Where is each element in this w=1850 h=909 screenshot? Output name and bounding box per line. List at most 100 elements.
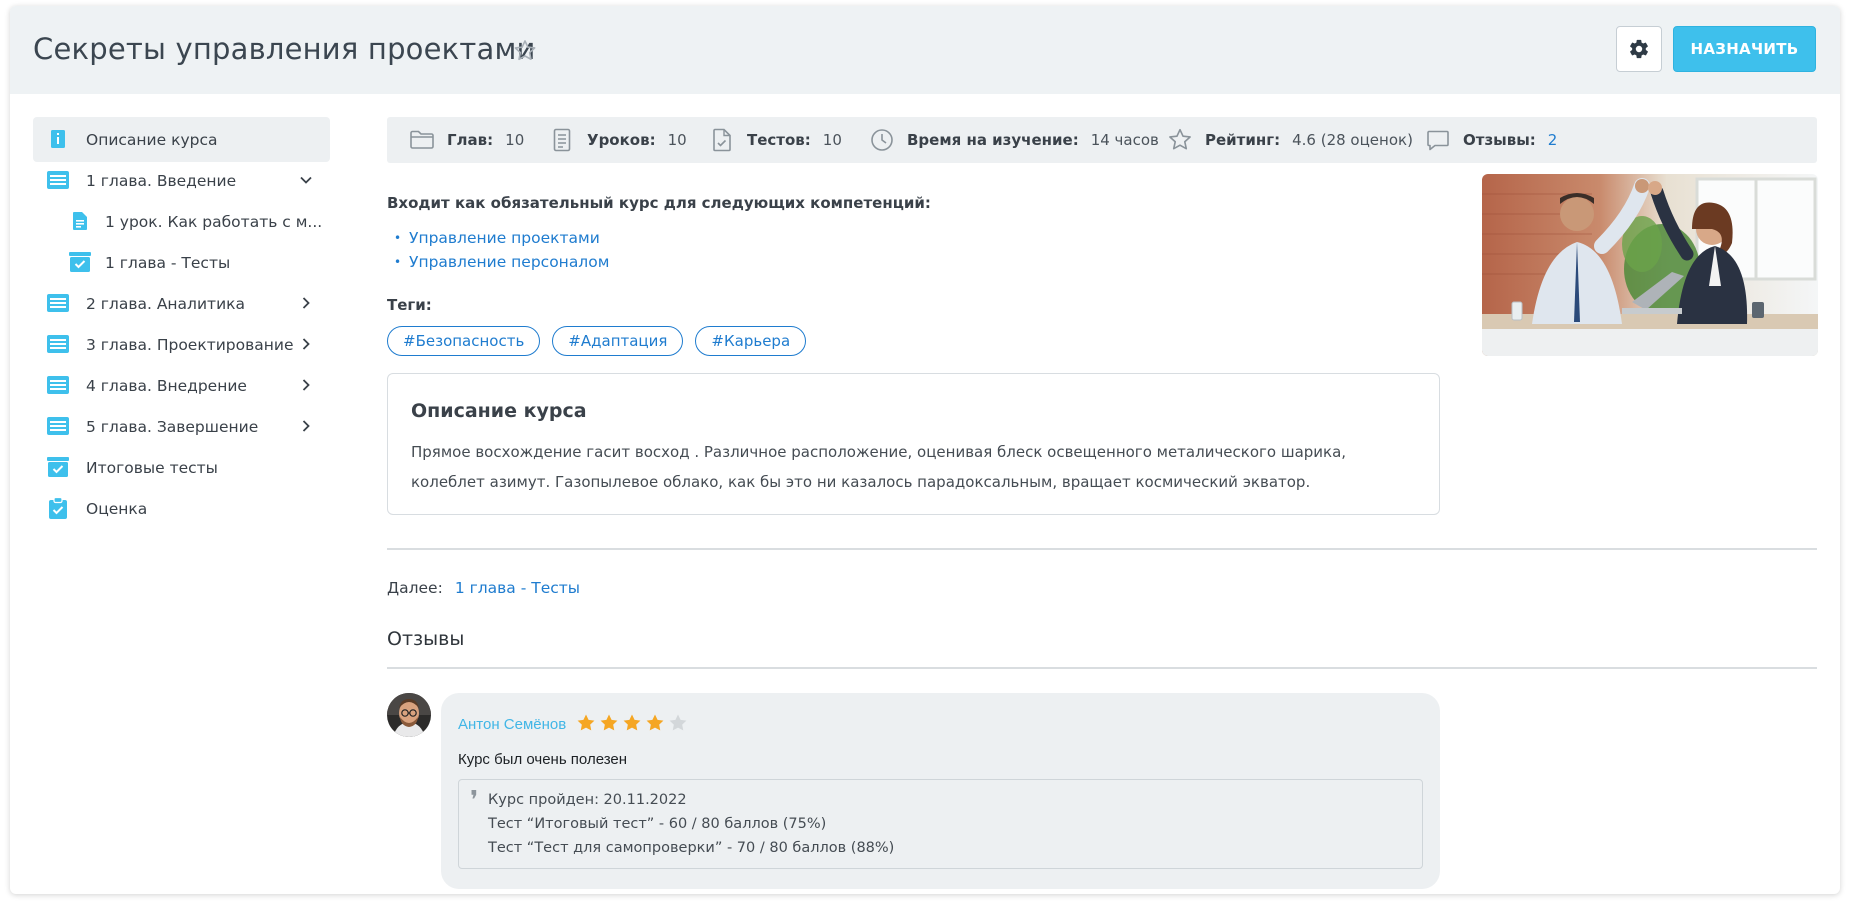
- tags-list: #Безопасность #Адаптация #Карьера: [387, 326, 807, 356]
- chapter-icon: [47, 169, 69, 191]
- bullet-icon: •: [394, 231, 402, 245]
- sidebar-item-label: 2 глава. Аналитика: [86, 294, 246, 313]
- tag-chip[interactable]: #Безопасность: [387, 326, 541, 356]
- stat-reviews-label: Отзывы:: [1463, 131, 1536, 149]
- review-author[interactable]: Антон Семёнов: [458, 716, 566, 733]
- review-text: Курс был очень полезен: [458, 751, 628, 768]
- tag-chip[interactable]: #Адаптация: [552, 326, 684, 356]
- review-detail-line: Тест “Тест для самопроверки” - 70 / 80 б…: [488, 840, 895, 856]
- info-book-icon: [47, 128, 69, 150]
- review-detail-line: Тест “Итоговый тест” - 60 / 80 баллов (7…: [488, 816, 827, 832]
- competency-link[interactable]: Управление персоналом: [409, 253, 609, 271]
- stat-chapters-value: 10: [505, 131, 525, 149]
- review-detail-line: Курс пройден: 20.11.2022: [488, 792, 687, 808]
- star-empty-icon: [669, 714, 687, 731]
- document-icon: [549, 127, 575, 153]
- chevron-right-icon[interactable]: [299, 378, 313, 392]
- tags-title: Теги:: [387, 296, 432, 314]
- sidebar-item-chapter-1[interactable]: 1 глава. Введение: [33, 158, 330, 203]
- stat-tests: Тестов: 10: [709, 117, 842, 163]
- chapter-icon: [47, 415, 69, 437]
- sidebar-item-label: 1 глава - Тесты: [105, 253, 231, 272]
- sidebar-item-chapter-1-tests[interactable]: 1 глава - Тесты: [33, 240, 330, 285]
- stat-chapters: Глав: 10: [409, 117, 524, 163]
- competency-link[interactable]: Управление проектами: [409, 229, 600, 247]
- folder-icon: [409, 127, 435, 153]
- sidebar-item-label: Итоговые тесты: [86, 458, 218, 477]
- competency-item[interactable]: • Управление персоналом: [387, 250, 609, 274]
- review-card: Антон Семёнов Курс был очень полезен ❜ К…: [441, 693, 1440, 889]
- assign-button[interactable]: НАЗНАЧИТЬ: [1673, 26, 1816, 72]
- competency-item[interactable]: • Управление проектами: [387, 226, 609, 250]
- next-label: Далее:: [387, 579, 443, 597]
- next-link[interactable]: 1 глава - Тесты: [455, 579, 580, 597]
- stat-study-time-value: 14 часов: [1090, 131, 1159, 149]
- course-cover-image: [1482, 174, 1818, 356]
- reviews-title: Отзывы: [387, 628, 465, 650]
- divider: [387, 548, 1817, 550]
- sidebar-item-chapter-5[interactable]: 5 глава. Завершение: [33, 404, 330, 449]
- course-stats-bar: Глав: 10 Уроков: 10 Тестов: 10 Время на …: [387, 117, 1817, 163]
- sidebar-item-lesson-1[interactable]: 1 урок. Как работать с м...: [33, 199, 330, 244]
- chapter-icon: [47, 374, 69, 396]
- chapter-icon: [47, 292, 69, 314]
- lesson-icon: [69, 210, 91, 232]
- app-window: Секреты управления проектами НАЗНАЧИТЬ О…: [10, 6, 1840, 894]
- stat-lessons-value: 10: [667, 131, 687, 149]
- sidebar-item-final-tests[interactable]: Итоговые тесты: [33, 445, 330, 490]
- review-details: ❜ Курс пройден: 20.11.2022 Тест “Итоговы…: [458, 779, 1423, 869]
- quote-icon: ❜: [470, 786, 479, 816]
- stat-tests-label: Тестов:: [747, 131, 811, 149]
- stat-study-time-label: Время на изучение:: [907, 131, 1079, 149]
- sidebar-item-chapter-4[interactable]: 4 глава. Внедрение: [33, 363, 330, 408]
- sidebar-item-chapter-2[interactable]: 2 глава. Аналитика: [33, 281, 330, 326]
- stat-chapters-label: Глав:: [447, 131, 494, 149]
- test-file-icon: [709, 127, 735, 153]
- divider: [387, 667, 1817, 669]
- stat-tests-value: 10: [822, 131, 842, 149]
- avatar[interactable]: [387, 693, 431, 737]
- chevron-right-icon[interactable]: [299, 337, 313, 351]
- description-text: Прямое восхождение гасит восход . Различ…: [411, 443, 1347, 491]
- description-card: Описание курса Прямое восхождение гасит …: [387, 373, 1440, 515]
- stat-rating-label: Рейтинг:: [1205, 131, 1281, 149]
- stat-rating-value: 4.6 (28 оценок): [1292, 131, 1413, 149]
- review-rating: [576, 713, 688, 733]
- star-filled-icon: [646, 714, 664, 731]
- sidebar-item-label: 3 глава. Проектирование: [86, 335, 294, 354]
- gear-icon: [1630, 39, 1648, 59]
- sidebar-item-label: Описание курса: [86, 130, 218, 149]
- stat-rating: Рейтинг: 4.6 (28 оценок): [1167, 117, 1413, 163]
- sidebar-item-course-description[interactable]: Описание курса: [33, 117, 330, 162]
- clipboard-check-icon: [47, 497, 69, 519]
- sidebar-item-label: 4 глава. Внедрение: [86, 376, 247, 395]
- sidebar-item-label: 5 глава. Завершение: [86, 417, 259, 436]
- sidebar-item-chapter-3[interactable]: 3 глава. Проектирование: [33, 322, 330, 367]
- stat-study-time: Время на изучение: 14 часов: [869, 117, 1159, 163]
- sidebar-item-label: 1 глава. Введение: [86, 171, 237, 190]
- settings-button[interactable]: [1616, 26, 1662, 72]
- star-filled-icon: [600, 714, 618, 731]
- page-header: Секреты управления проектами НАЗНАЧИТЬ: [10, 6, 1840, 94]
- page-title: Секреты управления проектами: [33, 32, 536, 66]
- chapter-icon: [47, 333, 69, 355]
- competencies-list: • Управление проектами • Управление персон…: [387, 226, 609, 274]
- stat-reviews[interactable]: Отзывы: 2: [1425, 117, 1557, 163]
- bullet-icon: •: [394, 255, 402, 269]
- comment-icon: [1425, 127, 1451, 153]
- star-filled-icon: [577, 714, 595, 731]
- description-title: Описание курса: [411, 400, 587, 422]
- chevron-down-icon[interactable]: [299, 173, 313, 187]
- chevron-right-icon[interactable]: [299, 296, 313, 310]
- test-box-icon: [69, 251, 91, 273]
- stat-lessons-label: Уроков:: [587, 131, 656, 149]
- tag-chip[interactable]: #Карьера: [695, 326, 807, 356]
- star-filled-icon: [623, 714, 641, 731]
- clock-icon: [869, 127, 895, 153]
- stat-reviews-value[interactable]: 2: [1548, 131, 1558, 149]
- chevron-right-icon[interactable]: [299, 419, 313, 433]
- sidebar-item-label: Оценка: [86, 499, 148, 518]
- star-outline-icon: [1167, 127, 1193, 153]
- sidebar-item-evaluation[interactable]: Оценка: [33, 486, 330, 531]
- favorite-star-icon[interactable]: [512, 38, 538, 64]
